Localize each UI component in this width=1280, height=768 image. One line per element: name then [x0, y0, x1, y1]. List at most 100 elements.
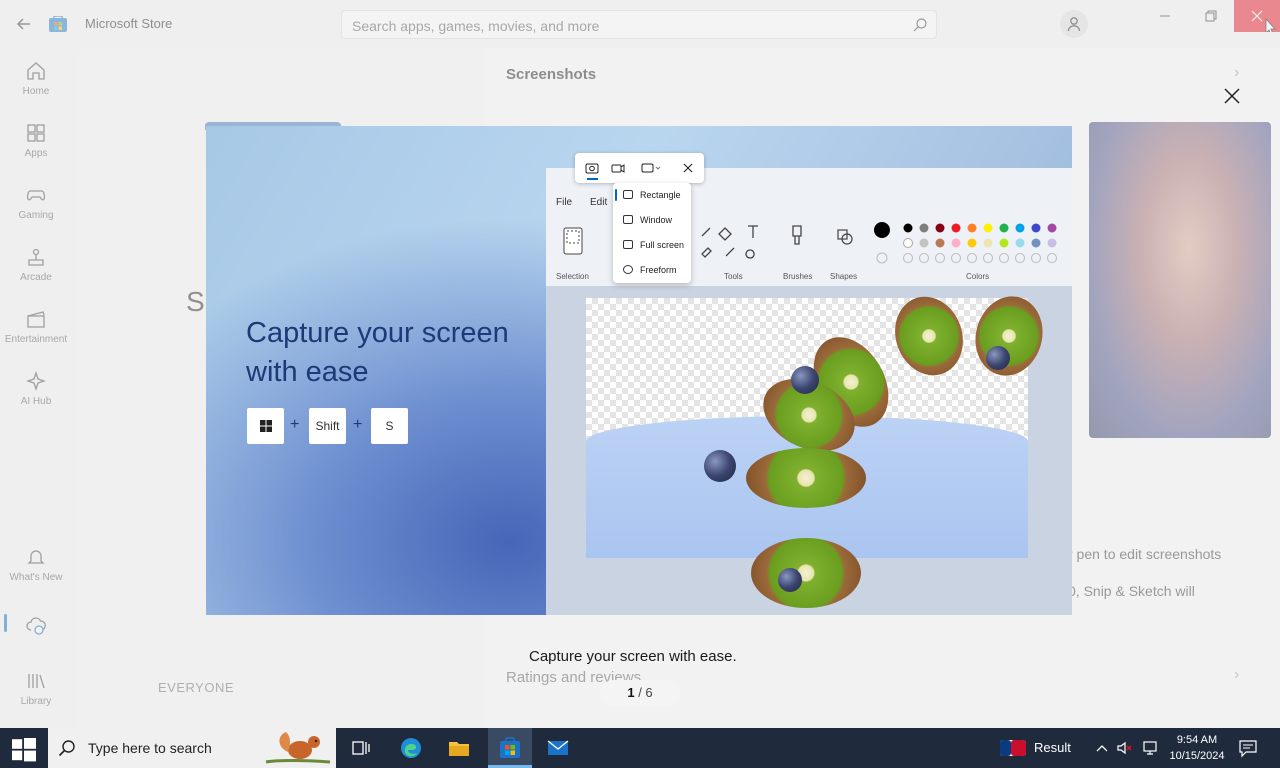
sidebar-item-whats-new[interactable]: What's New [0, 546, 72, 583]
search-placeholder[interactable]: Search apps, games, movies, and more [352, 18, 599, 34]
search-icon[interactable] [912, 17, 928, 33]
close-icon [1224, 88, 1240, 104]
video-mode-icon [611, 164, 625, 173]
mail-icon[interactable] [546, 736, 570, 760]
clock-date: 10/15/2024 [1169, 750, 1225, 762]
age-rating-label: EVERYONE [158, 680, 235, 695]
screenshot-caption: Capture your screen with ease. [529, 648, 737, 665]
window-icon [623, 215, 633, 224]
snip-option-label: Full screen [640, 240, 685, 250]
speaker-muted-icon[interactable] [1116, 740, 1134, 756]
sidebar-item-label: Apps [24, 148, 48, 159]
snip-option-label: Freeform [640, 265, 677, 275]
snip-shape-dropdown-icon [641, 163, 661, 173]
snip-option-full-screen: Full screen [613, 233, 691, 258]
library-icon [28, 674, 45, 689]
search-icon [58, 740, 75, 757]
menu-file: File [556, 197, 573, 208]
restore-button[interactable] [1188, 0, 1234, 32]
mode-selected-indicator [587, 178, 598, 180]
windows-logo-icon [259, 420, 272, 432]
user-icon [1067, 17, 1081, 32]
squirrel-search-highlight-icon [265, 732, 331, 764]
counter-current: 1 [627, 685, 635, 700]
sidebar: Home Apps Gaming Arcade Entertainment AI… [0, 48, 76, 728]
sidebar-item-label: Arcade [20, 272, 52, 283]
rectangle-icon [623, 190, 633, 199]
tools-icons [701, 225, 758, 259]
plus-sign: + [290, 416, 300, 433]
description-text: 0, Snip & Sketch will [1068, 583, 1195, 599]
sidebar-item-ai-hub[interactable]: AI Hub [0, 370, 72, 407]
sidebar-item-downloads[interactable] [0, 614, 72, 636]
kiwi-slice [746, 448, 866, 508]
minimize-button[interactable] [1142, 0, 1188, 32]
paint-canvas-area [546, 286, 1072, 615]
taskbar: Type here to search Result 9:54 AM 10/15… [0, 728, 1280, 768]
mlb-logo-icon[interactable] [1000, 740, 1026, 756]
screenshots-heading: Screenshots [506, 66, 597, 83]
description-text: r pen to edit screenshots [1068, 546, 1222, 562]
freeform-icon [623, 265, 633, 274]
sidebar-item-gaming[interactable]: Gaming [0, 184, 72, 221]
screenshot-mode-icon [585, 163, 599, 174]
windows-start-icon[interactable] [12, 738, 36, 762]
ribbon-label-tools: Tools [724, 272, 743, 281]
snip-option-rectangle: Rectangle [613, 183, 691, 208]
title-bar: Microsoft Store Search apps, games, movi… [0, 0, 1280, 48]
ribbon-label-shapes: Shapes [830, 272, 858, 281]
ribbon-label-selection: Selection [556, 272, 589, 281]
blueberry [986, 346, 1010, 370]
plus-sign: + [353, 416, 363, 433]
minimize-icon [1160, 15, 1170, 17]
sidebar-item-apps[interactable]: Apps [0, 122, 72, 159]
sidebar-item-label: Home [22, 86, 50, 97]
back-button[interactable] [12, 12, 36, 36]
sidebar-item-library[interactable]: Library [0, 670, 72, 707]
shapes-icon [837, 229, 853, 245]
tray-widget-text[interactable]: Result [1034, 740, 1071, 755]
menu-edit: Edit [590, 197, 608, 208]
kiwi-slice [751, 538, 861, 608]
brush-icon [792, 225, 802, 245]
chevron-right-icon[interactable]: › [1234, 666, 1239, 684]
counter-separator: / [634, 685, 646, 700]
taskbar-search-text[interactable]: Type here to search [88, 740, 212, 756]
blueberry [791, 366, 819, 394]
screenshot-thumbnail-next[interactable] [1089, 122, 1271, 438]
windows-key [247, 408, 284, 444]
account-button[interactable] [1060, 10, 1088, 38]
close-window-button[interactable] [1234, 0, 1280, 36]
sidebar-item-entertainment[interactable]: Entertainment [0, 308, 72, 345]
entertainment-icon [27, 311, 45, 328]
shift-key: Shift [309, 408, 346, 444]
close-icon [1251, 10, 1276, 36]
screenshot-counter: 1 / 6 [600, 680, 680, 706]
microsoft-store-taskbar-icon[interactable] [498, 736, 522, 760]
snip-option-label: Rectangle [640, 190, 681, 200]
task-view-icon[interactable] [349, 736, 373, 760]
ribbon-label-colors: Colors [966, 272, 990, 281]
back-arrow-icon [16, 18, 30, 30]
store-logo-icon [49, 16, 67, 32]
s-key: S [371, 408, 408, 444]
whats-new-icon [27, 550, 45, 564]
notifications-icon[interactable] [1238, 738, 1258, 758]
network-icon[interactable] [1142, 740, 1160, 756]
clock-time: 9:54 AM [1176, 734, 1218, 746]
sidebar-item-home[interactable]: Home [0, 60, 72, 97]
sidebar-item-label: What's New [9, 572, 63, 583]
taskbar-clock[interactable]: 9:54 AM 10/15/2024 [1166, 732, 1228, 764]
app-title: Microsoft Store [85, 16, 173, 31]
color-palette [874, 222, 1057, 264]
taskbar-search-box[interactable]: Type here to search [48, 728, 336, 768]
sidebar-item-label: Gaming [18, 210, 54, 221]
sidebar-item-label: Entertainment [4, 334, 68, 345]
close-viewer-button[interactable] [1220, 84, 1244, 108]
chevron-right-icon[interactable]: › [1234, 64, 1239, 82]
edge-browser-icon[interactable] [399, 736, 423, 760]
chevron-up-icon[interactable] [1094, 740, 1110, 756]
file-explorer-icon[interactable] [447, 736, 471, 760]
search-box[interactable]: Search apps, games, movies, and more [341, 10, 937, 39]
sidebar-item-arcade[interactable]: Arcade [0, 246, 72, 283]
